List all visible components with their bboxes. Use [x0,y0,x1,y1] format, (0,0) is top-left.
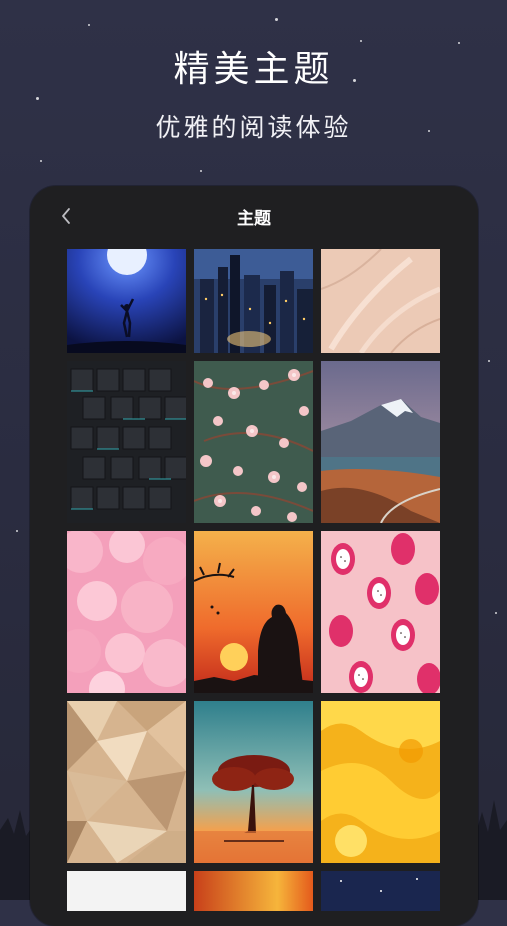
theme-tile-dragon-fruit[interactable] [321,531,440,693]
star-icon [40,160,42,162]
theme-tile-white-partial[interactable] [67,871,186,911]
theme-tile-sunset-partial[interactable] [194,871,313,911]
red-tree-thumbnail [194,701,313,863]
theme-tile-mountain-lake[interactable] [321,361,440,523]
theme-tile-sunset-silhouette[interactable] [194,531,313,693]
theme-grid [67,249,441,911]
theme-tile-beige-polygons[interactable] [67,701,186,863]
theme-tile-night-partial[interactable] [321,871,440,911]
star-icon [275,18,278,21]
theme-tile-cherry-blossom[interactable] [194,361,313,523]
theme-tile-dark-cubes[interactable] [67,361,186,523]
white-partial-thumbnail [67,871,186,911]
dragon-fruit-thumbnail [321,531,440,693]
theme-tile-red-tree[interactable] [194,701,313,863]
star-icon [36,97,39,100]
beige-polygons-thumbnail [67,701,186,863]
yellow-fluid-thumbnail [321,701,440,863]
mountain-lake-thumbnail [321,361,440,523]
hero-subtitle: 优雅的阅读体验 [155,113,352,142]
moon-dancer-thumbnail [67,249,186,353]
cherry-blossom-thumbnail [194,361,313,523]
star-icon [88,24,90,26]
theme-tile-beige-texture[interactable] [321,249,440,353]
theme-tile-yellow-fluid[interactable] [321,701,440,863]
page-title: 主题 [237,209,271,229]
star-icon [200,170,202,172]
beige-texture-thumbnail [321,249,440,353]
star-icon [495,612,497,614]
theme-tile-pink-spheres[interactable] [67,531,186,693]
night-partial-thumbnail [321,871,440,911]
navigation-bar: 主题 [30,186,478,244]
star-icon [488,360,490,362]
sunset-silhouette-thumbnail [194,531,313,693]
theme-tile-night-city[interactable] [194,249,313,353]
hero-title: 精美主题 [173,49,334,90]
night-city-thumbnail [194,249,313,353]
star-icon [16,530,18,532]
phone-screen: 主题 [30,186,478,926]
pink-spheres-thumbnail [67,531,186,693]
theme-tile-moon-dancer[interactable] [67,249,186,353]
dark-cubes-thumbnail [67,361,186,523]
sunset-partial-thumbnail [194,871,313,911]
